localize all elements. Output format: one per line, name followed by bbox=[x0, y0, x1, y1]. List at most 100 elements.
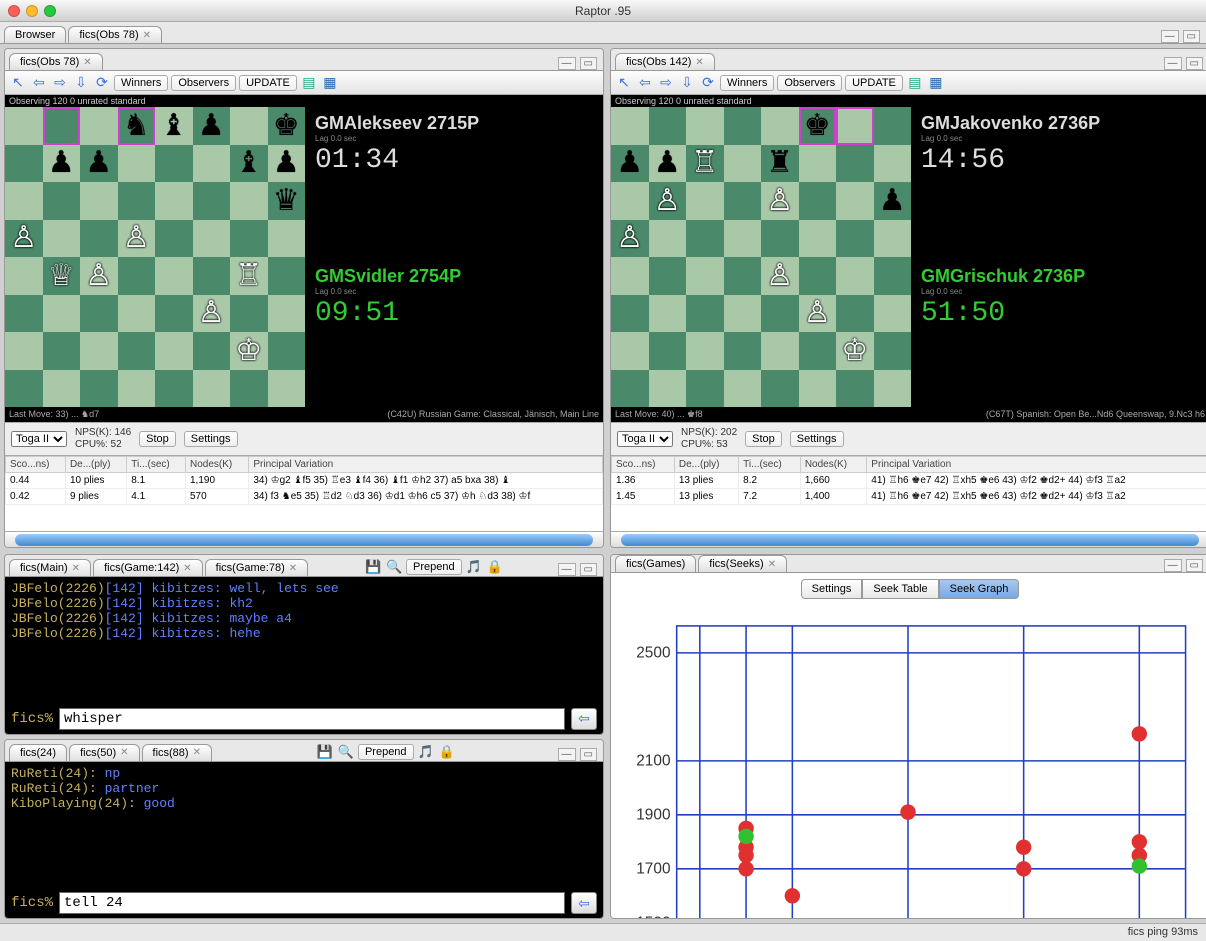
maximize-icon[interactable]: ▭ bbox=[580, 57, 597, 70]
board-tab[interactable]: fics(Obs 142)✕ bbox=[615, 53, 715, 70]
arrow-down-icon[interactable]: ⇩ bbox=[72, 74, 90, 92]
chess-piece[interactable]: ♖ bbox=[691, 148, 718, 178]
seek-dot[interactable] bbox=[1132, 834, 1147, 849]
chat-input[interactable] bbox=[59, 708, 565, 730]
tab-fics-seeks[interactable]: fics(Seeks)✕ bbox=[698, 555, 787, 572]
chess-piece[interactable]: ♙ bbox=[85, 261, 112, 291]
minimize-icon[interactable]: — bbox=[1164, 559, 1182, 572]
sound-icon[interactable]: 🎵 bbox=[465, 558, 483, 576]
chat-tab-0[interactable]: fics(24) bbox=[9, 744, 67, 761]
engine-button-1[interactable]: Settings bbox=[790, 431, 844, 447]
seek-tab-settings[interactable]: Settings bbox=[801, 579, 863, 599]
minimize-icon[interactable]: — bbox=[1164, 57, 1182, 70]
seek-dot[interactable] bbox=[1016, 861, 1031, 876]
save-icon[interactable]: 💾 bbox=[316, 743, 334, 761]
chess-piece[interactable]: ♟ bbox=[879, 186, 906, 216]
chess-piece[interactable]: ♚ bbox=[804, 111, 831, 141]
chess-piece[interactable]: ♙ bbox=[10, 223, 37, 253]
engine-button-0[interactable]: Stop bbox=[745, 431, 782, 447]
chess-piece[interactable]: ♟ bbox=[273, 148, 300, 178]
grid-icon[interactable]: ▦ bbox=[321, 74, 339, 92]
chess-piece[interactable]: ♖ bbox=[235, 261, 262, 291]
seek-dot[interactable] bbox=[738, 829, 753, 844]
maximize-icon[interactable]: ▭ bbox=[1186, 57, 1203, 70]
toolbar-button-2[interactable]: UPDATE bbox=[845, 75, 903, 91]
prepend-button[interactable]: Prepend bbox=[358, 744, 414, 760]
chess-piece[interactable]: ♟ bbox=[48, 148, 75, 178]
maximize-icon[interactable]: ▭ bbox=[580, 748, 597, 761]
send-button[interactable]: ⇦ bbox=[571, 892, 597, 914]
seek-tab-graph[interactable]: Seek Graph bbox=[939, 579, 1020, 599]
prepend-button[interactable]: Prepend bbox=[406, 559, 462, 575]
save-icon[interactable]: 💾 bbox=[364, 558, 382, 576]
chess-piece[interactable]: ♜ bbox=[766, 148, 793, 178]
chess-piece[interactable]: ♔ bbox=[841, 336, 868, 366]
chess-piece[interactable]: ♕ bbox=[48, 261, 75, 291]
chess-piece[interactable]: ♟ bbox=[85, 148, 112, 178]
chat-tab-1[interactable]: fics(50)✕ bbox=[69, 744, 139, 761]
chess-piece[interactable]: ♙ bbox=[123, 223, 150, 253]
refresh-icon[interactable]: ⟳ bbox=[699, 74, 717, 92]
chat-tab-1[interactable]: fics(Game:142)✕ bbox=[93, 559, 203, 576]
board-tab[interactable]: fics(Obs 78)✕ bbox=[9, 53, 103, 70]
chess-piece[interactable]: ♟ bbox=[198, 111, 225, 141]
chess-piece[interactable]: ♟ bbox=[654, 148, 681, 178]
seek-graph[interactable]: 135101520130015001700190021002500 bbox=[615, 609, 1201, 919]
close-icon[interactable]: ✕ bbox=[695, 57, 703, 68]
chess-piece[interactable]: ♙ bbox=[766, 186, 793, 216]
lock-icon[interactable]: 🔒 bbox=[486, 558, 504, 576]
engine-select[interactable]: Toga II bbox=[11, 431, 67, 447]
chat-body[interactable]: RuReti(24): npRuReti(24): partnerKiboPla… bbox=[5, 762, 603, 889]
tab-browser[interactable]: Browser bbox=[4, 26, 66, 43]
toolbar-button-2[interactable]: UPDATE bbox=[239, 75, 297, 91]
close-icon[interactable]: ✕ bbox=[289, 563, 297, 574]
arrow-right-icon[interactable]: ⇨ bbox=[51, 74, 69, 92]
scrollbar[interactable] bbox=[611, 531, 1206, 547]
search-icon[interactable]: 🔍 bbox=[385, 558, 403, 576]
chess-piece[interactable]: ♙ bbox=[616, 223, 643, 253]
close-icon[interactable]: ✕ bbox=[143, 30, 151, 41]
minimize-icon[interactable]: — bbox=[558, 563, 576, 576]
sound-icon[interactable]: 🎵 bbox=[417, 743, 435, 761]
minimize-icon[interactable]: — bbox=[1161, 30, 1179, 43]
chessboard[interactable]: ♚♟♟♖♜♙♙♟♙♙♙♔ bbox=[611, 107, 911, 407]
close-window-button[interactable] bbox=[8, 5, 20, 17]
seek-dot[interactable] bbox=[1132, 858, 1147, 873]
analysis-row[interactable]: 0.429 plies4.157034) f3 ♞e5 35) ♖d2 ♘d3 … bbox=[6, 489, 603, 505]
arrow-left-icon[interactable]: ⇦ bbox=[636, 74, 654, 92]
minimize-icon[interactable]: — bbox=[558, 57, 576, 70]
close-icon[interactable]: ✕ bbox=[72, 563, 80, 574]
chess-piece[interactable]: ♞ bbox=[123, 111, 150, 141]
chat-tab-0[interactable]: fics(Main)✕ bbox=[9, 559, 91, 576]
chess-piece[interactable]: ♛ bbox=[273, 186, 300, 216]
calculator-icon[interactable]: ▤ bbox=[906, 74, 924, 92]
seek-dot[interactable] bbox=[900, 804, 915, 819]
chess-piece[interactable]: ♙ bbox=[766, 261, 793, 291]
toolbar-button-1[interactable]: Observers bbox=[171, 75, 236, 91]
maximize-icon[interactable]: ▭ bbox=[580, 563, 597, 576]
seek-dot[interactable] bbox=[1132, 726, 1147, 741]
analysis-row[interactable]: 0.4410 plies8.11,19034) ♔g2 ♝f5 35) ♖e3 … bbox=[6, 473, 603, 489]
lock-icon[interactable]: 🔒 bbox=[438, 743, 456, 761]
engine-button-1[interactable]: Settings bbox=[184, 431, 238, 447]
minimize-window-button[interactable] bbox=[26, 5, 38, 17]
arrow-down-icon[interactable]: ⇩ bbox=[678, 74, 696, 92]
engine-select[interactable]: Toga II bbox=[617, 431, 673, 447]
maximize-icon[interactable]: ▭ bbox=[1186, 559, 1203, 572]
close-icon[interactable]: ✕ bbox=[193, 747, 201, 758]
chess-piece[interactable]: ♝ bbox=[160, 111, 187, 141]
close-icon[interactable]: ✕ bbox=[120, 747, 128, 758]
search-icon[interactable]: 🔍 bbox=[337, 743, 355, 761]
chess-piece[interactable]: ♙ bbox=[198, 298, 225, 328]
chat-tab-2[interactable]: fics(Game:78)✕ bbox=[205, 559, 308, 576]
tab-fics-games[interactable]: fics(Games) bbox=[615, 555, 696, 572]
chess-piece[interactable]: ♝ bbox=[235, 148, 262, 178]
chess-piece[interactable]: ♚ bbox=[273, 111, 300, 141]
chat-tab-2[interactable]: fics(88)✕ bbox=[142, 744, 212, 761]
send-button[interactable]: ⇦ bbox=[571, 708, 597, 730]
toolbar-button-0[interactable]: Winners bbox=[114, 75, 168, 91]
toolbar-button-1[interactable]: Observers bbox=[777, 75, 842, 91]
close-icon[interactable]: ✕ bbox=[768, 559, 776, 570]
minimize-icon[interactable]: — bbox=[558, 748, 576, 761]
seek-tab-table[interactable]: Seek Table bbox=[862, 579, 938, 599]
